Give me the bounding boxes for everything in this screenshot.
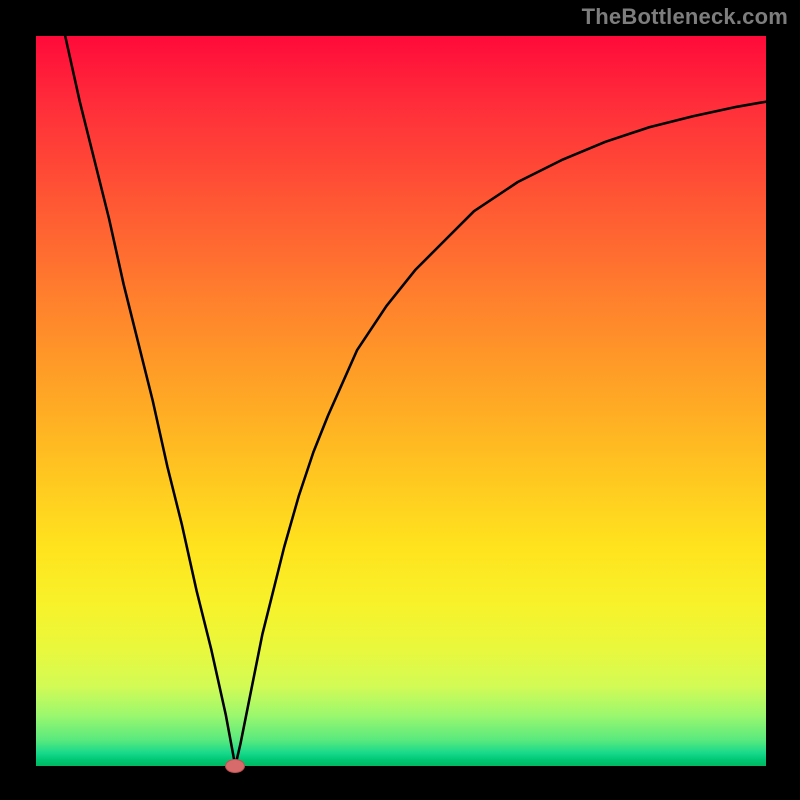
watermark-text: TheBottleneck.com — [582, 4, 788, 30]
bottleneck-curve — [65, 36, 766, 766]
plot-area — [36, 36, 766, 766]
curve-layer — [36, 36, 766, 766]
optimal-point-marker — [225, 759, 245, 773]
chart-frame: TheBottleneck.com — [0, 0, 800, 800]
